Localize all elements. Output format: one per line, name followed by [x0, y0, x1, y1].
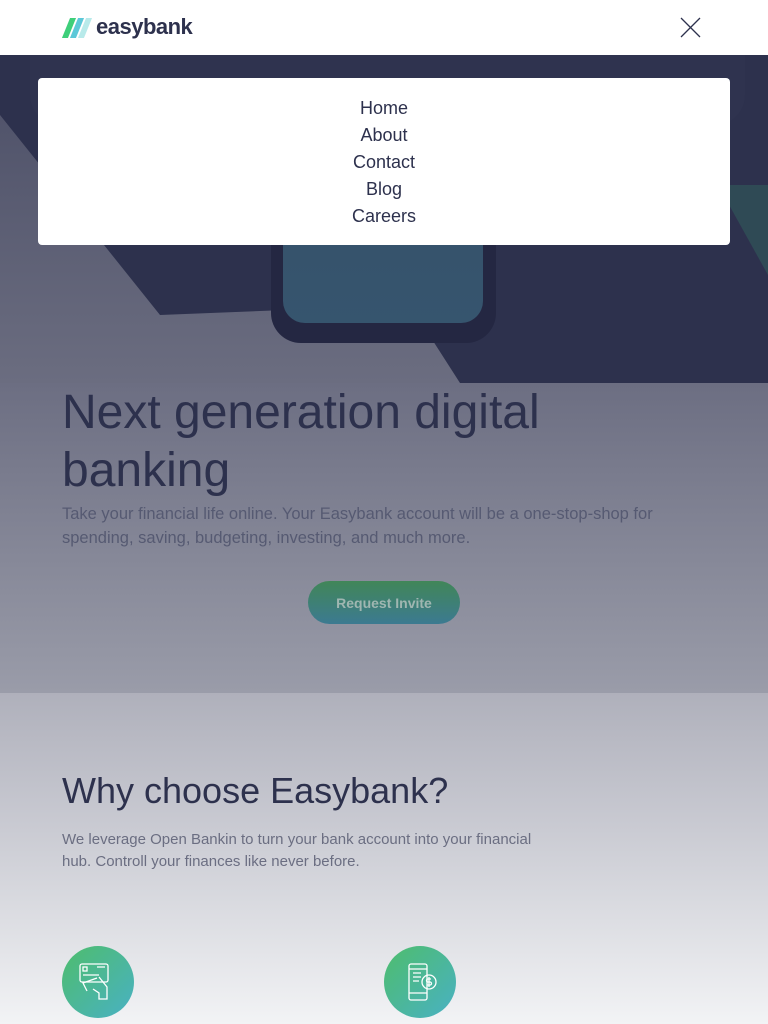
- logo-text: easybank: [96, 14, 193, 39]
- hero-title: Next generation digital banking: [62, 386, 540, 497]
- mobile-menu: Home About Contact Blog Careers: [38, 78, 730, 245]
- why-title: Why choose Easybank?: [62, 770, 449, 811]
- logo[interactable]: easybank: [61, 14, 193, 40]
- menu-item-home[interactable]: Home: [38, 95, 730, 122]
- close-icon: [680, 17, 701, 38]
- logo-mark-icon: [61, 15, 93, 39]
- request-invite-button[interactable]: Request Invite: [308, 581, 460, 624]
- menu-item-about[interactable]: About: [38, 122, 730, 149]
- why-description: We leverage Open Bankin to turn your ban…: [62, 831, 532, 870]
- close-menu-button[interactable]: [680, 17, 701, 38]
- hero-description: Take your financial life online. Your Ea…: [62, 505, 653, 547]
- menu-item-blog[interactable]: Blog: [38, 176, 730, 203]
- phone-dollar-icon: [384, 946, 456, 1018]
- menu-item-careers[interactable]: Careers: [38, 203, 730, 230]
- menu-item-contact[interactable]: Contact: [38, 149, 730, 176]
- header: easybank: [0, 0, 768, 55]
- card-hand-icon: [62, 946, 134, 1018]
